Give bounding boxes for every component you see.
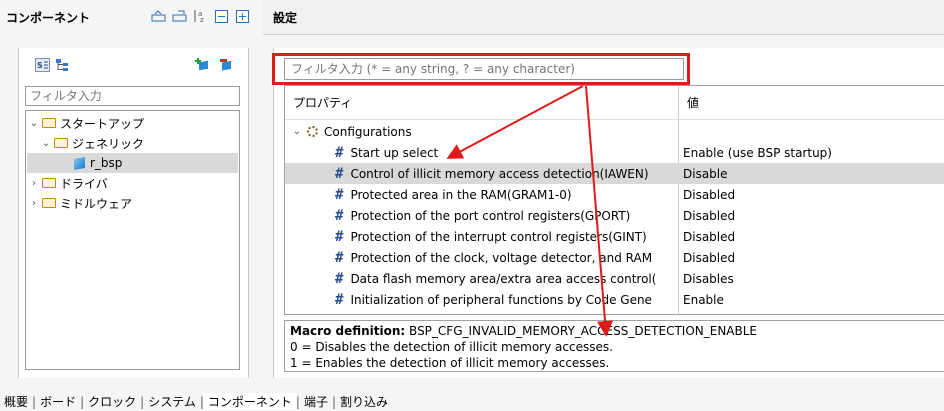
remove-component-icon[interactable]	[219, 58, 234, 75]
property-value[interactable]: Enable	[683, 289, 724, 310]
table-row[interactable]: # Protected area in the RAM(GRAM1-0) Disa…	[285, 184, 944, 205]
tab-overview[interactable]: 概要	[0, 393, 32, 410]
hash-icon: #	[335, 291, 344, 308]
add-component-icon[interactable]	[195, 58, 210, 75]
settings-panel: プロパティ 値 ⌄ Configurations # Start up selec…	[273, 48, 944, 378]
collapse-all-icon[interactable]	[151, 9, 166, 23]
tree-item-label: ミドルウェア	[60, 196, 133, 211]
macro-name: BSP_CFG_INVALID_MEMORY_ACCESS_DETECTION_…	[409, 324, 758, 338]
macro-description: Macro definition: BSP_CFG_INVALID_MEMORY…	[284, 320, 944, 372]
table-row[interactable]: # Protection of the port control register…	[285, 205, 944, 226]
folder-icon	[42, 178, 56, 188]
tree-item-middleware[interactable]: › ミドルウェア	[28, 193, 132, 213]
chevron-right-icon[interactable]: ›	[28, 198, 40, 209]
property-value[interactable]: Disabled	[683, 184, 735, 205]
property-value[interactable]: Enable (use BSP startup)	[683, 142, 832, 163]
component-icon	[74, 156, 85, 170]
hierarchy-view-icon[interactable]	[55, 58, 70, 75]
components-title: コンポーネント	[6, 11, 91, 25]
hash-icon: #	[335, 207, 344, 224]
tree-item-r-bsp[interactable]: r_bsp	[27, 153, 238, 173]
table-row[interactable]: # Initialization of peripheral functions …	[285, 289, 944, 310]
folder-icon	[54, 138, 68, 148]
tree-item-label: スタートアップ	[60, 116, 145, 131]
property-value[interactable]: Disabled	[683, 205, 735, 226]
table-row[interactable]: # Start up select Enable (use BSP startup…	[285, 142, 944, 163]
hash-icon: #	[335, 165, 344, 182]
tree-item-startup[interactable]: ⌄ スタートアップ	[28, 113, 144, 133]
chevron-down-icon[interactable]: ⌄	[28, 118, 40, 129]
tab-system[interactable]: システム	[144, 393, 200, 410]
expand-icon[interactable]	[235, 9, 250, 23]
property-name: Protection of the interrupt control regi…	[350, 229, 647, 244]
settings-header: 設定	[263, 0, 944, 35]
property-name: Protection of the clock, voltage detecto…	[350, 250, 653, 265]
property-name: Initialization of peripheral functions b…	[350, 292, 652, 307]
folder-icon	[42, 198, 56, 208]
hash-icon: #	[335, 144, 344, 161]
filter-highlight-box	[272, 53, 690, 85]
chevron-down-icon[interactable]: ⌄	[40, 138, 52, 149]
property-name: Control of illicit memory access detecti…	[350, 166, 649, 181]
property-value[interactable]: Disabled	[683, 226, 735, 247]
tree-item-label: r_bsp	[90, 156, 123, 170]
chevron-down-icon[interactable]: ⌄	[291, 126, 303, 137]
table-row-selected[interactable]: # Control of illicit memory access detect…	[285, 163, 944, 184]
svg-text:S: S	[37, 61, 43, 70]
bottom-tab-bar: 概要 | ボード | クロック | システム | コンポーネント | 端子 | 割り込み	[0, 392, 944, 411]
property-value[interactable]: Disable	[683, 163, 728, 184]
tree-item-generic[interactable]: ⌄ ジェネリック	[40, 133, 144, 153]
table-row[interactable]: # Data flash memory area/extra area acces…	[285, 268, 944, 289]
component-tree: ⌄ スタートアップ ⌄ ジェネリック r_bsp › ドライバ › ミドルウェア	[25, 110, 240, 370]
hash-icon: #	[335, 228, 344, 245]
components-panel: S ⌄ スタートアップ ⌄ ジェネリック r_bsp › ド	[18, 48, 249, 378]
folder-icon	[42, 118, 56, 128]
tab-interrupts[interactable]: 割り込み	[336, 393, 392, 410]
svg-text:z: z	[200, 16, 204, 23]
property-name: Protected area in the RAM(GRAM1-0)	[350, 187, 572, 202]
tab-pins[interactable]: 端子	[300, 393, 332, 410]
components-header: コンポーネント az	[0, 0, 262, 34]
tree-item-label: ドライバ	[60, 176, 108, 191]
hash-icon: #	[335, 249, 344, 266]
macro-label: Macro definition:	[290, 324, 406, 338]
property-name: Start up select	[350, 145, 439, 160]
macro-line-1: 1 = Enables the detection of illicit mem…	[290, 356, 610, 370]
property-value[interactable]: Disables	[683, 268, 734, 289]
tree-item-label: ジェネリック	[72, 136, 145, 151]
property-table: プロパティ 値 ⌄ Configurations # Start up selec…	[284, 85, 944, 315]
tab-components[interactable]: コンポーネント	[203, 393, 296, 410]
macro-line-0: 0 = Disables the detection of illicit me…	[290, 340, 613, 354]
tab-clock[interactable]: クロック	[84, 393, 140, 410]
sort-icon[interactable]: az	[193, 9, 208, 23]
tree-item-drivers[interactable]: › ドライバ	[28, 173, 108, 193]
table-row[interactable]: # Protection of the interrupt control reg…	[285, 226, 944, 247]
hash-icon: #	[335, 186, 344, 203]
property-name: Protection of the port control registers…	[350, 208, 631, 223]
table-row[interactable]: # Protection of the clock, voltage detect…	[285, 247, 944, 268]
components-toolbar: S	[19, 48, 248, 80]
tab-board[interactable]: ボード	[36, 393, 80, 410]
gear-icon	[307, 126, 318, 137]
expand-all-icon[interactable]	[172, 9, 187, 23]
chevron-right-icon[interactable]: ›	[28, 178, 40, 189]
component-filter-input[interactable]	[25, 86, 240, 106]
group-row-configurations[interactable]: ⌄ Configurations	[285, 121, 944, 142]
column-header-value[interactable]: 値	[679, 86, 944, 120]
column-header-property[interactable]: プロパティ	[285, 86, 678, 120]
category-view-icon[interactable]: S	[35, 58, 50, 75]
group-label: Configurations	[324, 124, 412, 139]
hash-icon: #	[335, 270, 344, 287]
property-value[interactable]: Disabled	[683, 247, 735, 268]
settings-title: 設定	[273, 11, 298, 25]
property-name: Data flash memory area/extra area access…	[350, 271, 657, 286]
collapse-icon[interactable]	[214, 9, 229, 23]
